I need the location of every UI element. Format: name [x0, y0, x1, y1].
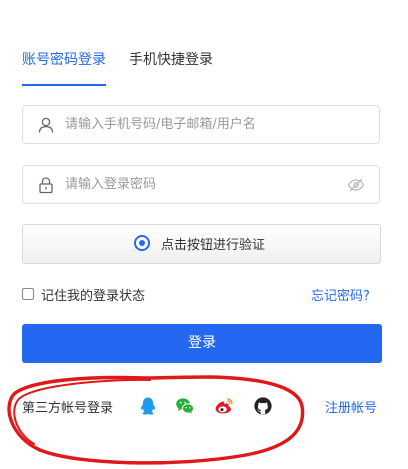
- remember-me-label[interactable]: 记住我的登录状态: [41, 285, 145, 304]
- github-icon[interactable]: [253, 396, 273, 416]
- password-input[interactable]: [65, 166, 345, 203]
- verify-radio-icon: [134, 235, 150, 251]
- click-verify-button[interactable]: 点击按钮进行验证: [22, 224, 381, 264]
- lock-icon: [39, 177, 53, 194]
- forgot-password-link[interactable]: 忘记密码?: [311, 285, 370, 304]
- tab-phone-quick-login[interactable]: 手机快捷登录: [129, 50, 213, 70]
- password-field: [22, 165, 380, 204]
- qq-icon[interactable]: [138, 396, 158, 416]
- weibo-icon[interactable]: [214, 396, 234, 416]
- third-party-login-label: 第三方帐号登录: [22, 401, 114, 416]
- user-icon: [38, 117, 54, 133]
- active-tab-underline: [22, 84, 106, 86]
- eye-off-icon[interactable]: [347, 177, 365, 193]
- wechat-icon[interactable]: [175, 396, 195, 416]
- username-field: [22, 105, 380, 144]
- remember-me-checkbox[interactable]: [22, 288, 34, 300]
- register-account-link[interactable]: 注册帐号: [325, 397, 377, 416]
- login-button[interactable]: 登录: [22, 324, 382, 363]
- username-input[interactable]: [65, 106, 345, 143]
- tab-account-password-login[interactable]: 账号密码登录: [22, 50, 106, 70]
- verify-label: 点击按钮进行验证: [161, 238, 266, 253]
